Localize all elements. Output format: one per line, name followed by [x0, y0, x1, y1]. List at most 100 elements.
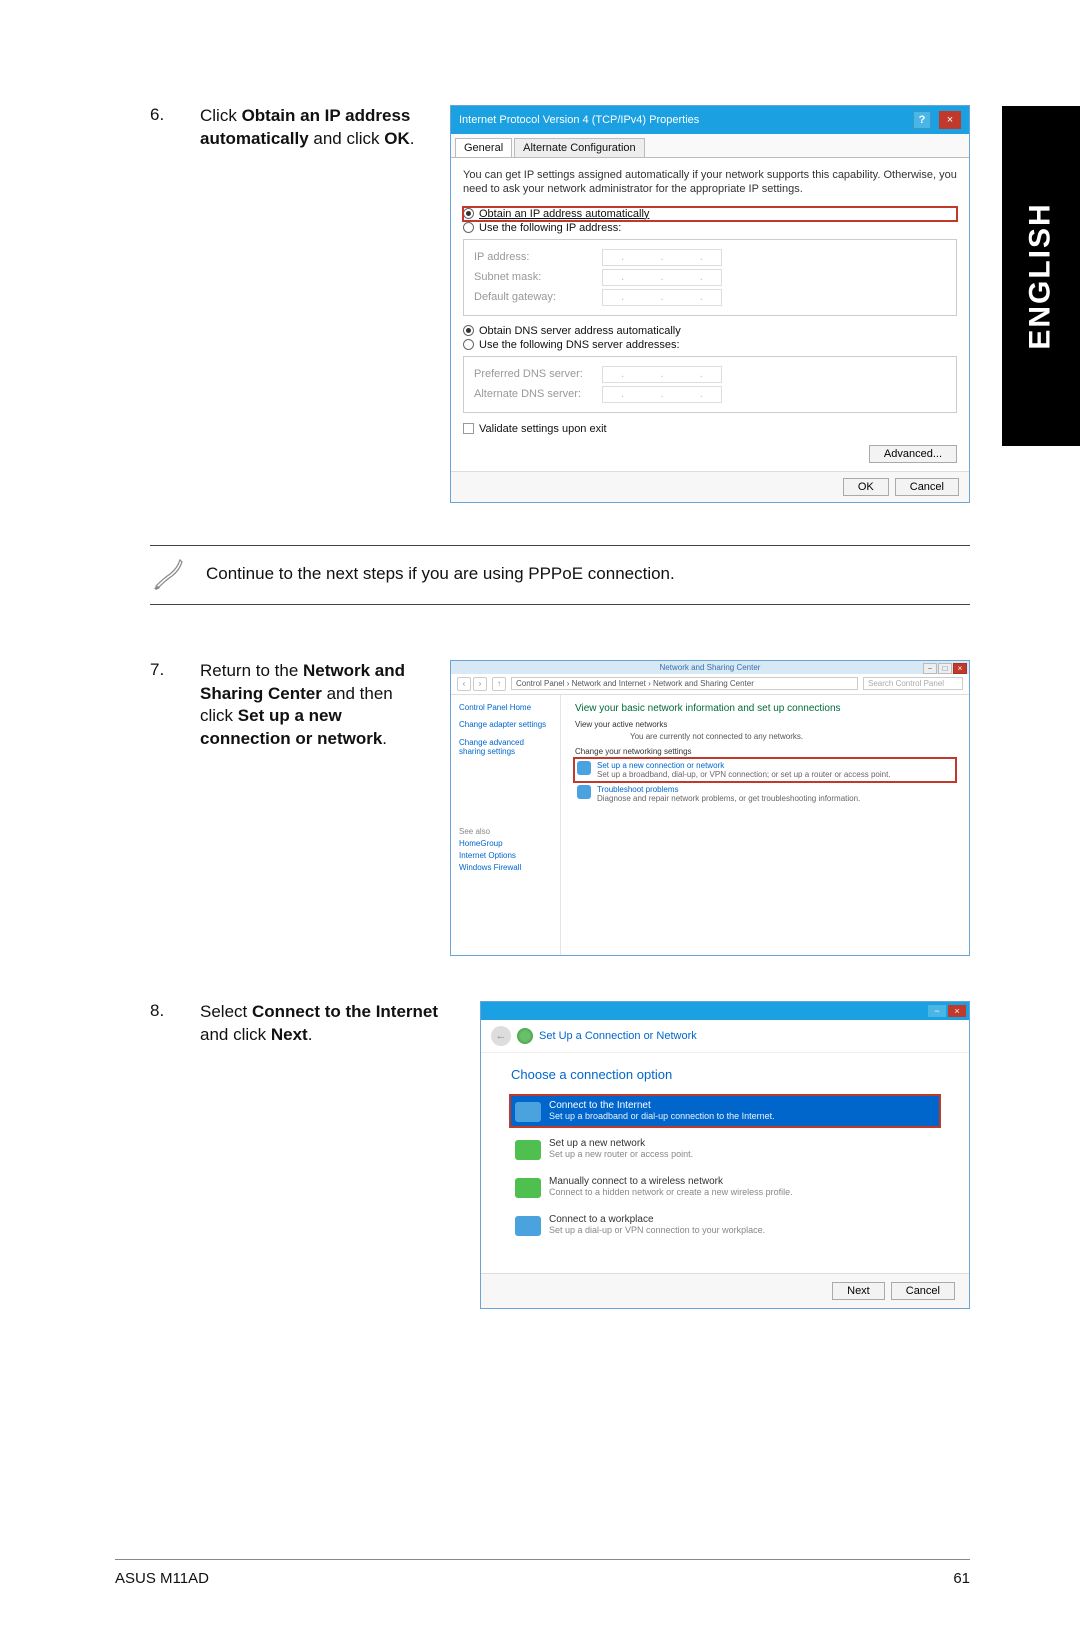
- wireless-icon: [515, 1178, 541, 1198]
- label-pdns: Preferred DNS server:: [474, 368, 594, 380]
- see-also-homegroup[interactable]: HomeGroup: [459, 839, 552, 848]
- nsc-window: Network and Sharing Center − □ × ‹› ↑ Co…: [450, 660, 970, 956]
- close-button[interactable]: ×: [953, 663, 967, 674]
- radio-icon: [463, 208, 474, 219]
- label-adns: Alternate DNS server:: [474, 388, 594, 400]
- input-ip[interactable]: ...: [602, 249, 722, 266]
- step-7: 7. Return to the Network and Sharing Cen…: [150, 660, 970, 956]
- back-button[interactable]: ‹: [457, 677, 471, 691]
- input-mask[interactable]: ...: [602, 269, 722, 286]
- globe-icon: [577, 761, 591, 775]
- note-text: Continue to the next steps if you are us…: [206, 564, 675, 584]
- nsc-option-troubleshoot[interactable]: Troubleshoot problemsDiagnose and repair…: [575, 783, 955, 805]
- tab-general[interactable]: General: [455, 138, 512, 157]
- maximize-button[interactable]: □: [938, 663, 952, 674]
- nsc-heading: View your basic network information and …: [575, 703, 955, 714]
- label-gw: Default gateway:: [474, 291, 594, 303]
- wizard-option-new-network[interactable]: Set up a new networkSet up a new router …: [511, 1134, 939, 1164]
- advanced-button[interactable]: Advanced...: [869, 445, 957, 463]
- step-8-text: Select Connect to the Internet and click…: [200, 1001, 460, 1047]
- nsc-titlebar: Network and Sharing Center − □ ×: [451, 661, 969, 674]
- note-block: Continue to the next steps if you are us…: [150, 545, 970, 605]
- footer-page-number: 61: [953, 1570, 970, 1587]
- step-6-text: Click Obtain an IP address automatically…: [200, 105, 430, 151]
- nsc-content: View your basic network information and …: [561, 695, 969, 955]
- sidebar-home[interactable]: Control Panel Home: [459, 703, 552, 713]
- label-ip: IP address:: [474, 251, 594, 263]
- wizard-window: − × ← Set Up a Connection or Network Cho…: [480, 1001, 970, 1309]
- footer-model: ASUS M11AD: [115, 1570, 209, 1587]
- checkbox-validate[interactable]: Validate settings upon exit: [463, 421, 957, 437]
- dns-fieldset: Preferred DNS server:... Alternate DNS s…: [463, 356, 957, 413]
- input-pdns[interactable]: ...: [602, 366, 722, 383]
- step-8-number: 8.: [150, 1001, 180, 1021]
- close-button[interactable]: ×: [948, 1005, 966, 1017]
- checkbox-icon: [463, 423, 474, 434]
- input-gateway[interactable]: ...: [602, 289, 722, 306]
- sidebar-adapter[interactable]: Change adapter settings: [459, 720, 552, 730]
- nsc-sidebar: Control Panel Home Change adapter settin…: [451, 695, 561, 955]
- nsc-address-bar: ‹› ↑ Control Panel › Network and Interne…: [451, 674, 969, 695]
- workplace-icon: [515, 1216, 541, 1236]
- see-also-label: See also: [459, 827, 552, 836]
- breadcrumb[interactable]: Control Panel › Network and Internet › N…: [511, 677, 858, 690]
- wizard-option-internet[interactable]: Connect to the InternetSet up a broadban…: [511, 1096, 939, 1126]
- back-button[interactable]: ←: [491, 1026, 511, 1046]
- minimize-button[interactable]: −: [923, 663, 937, 674]
- wizard-titlebar: − ×: [481, 1002, 969, 1020]
- ip-fieldset: IP address:... Subnet mask:... Default g…: [463, 239, 957, 316]
- step-7-text: Return to the Network and Sharing Center…: [200, 660, 430, 752]
- network-icon: [515, 1140, 541, 1160]
- ipv4-intro: You can get IP settings assigned automat…: [463, 168, 957, 197]
- note-icon: [150, 556, 186, 592]
- tab-alternate[interactable]: Alternate Configuration: [514, 138, 645, 157]
- radio-use-ip[interactable]: Use the following IP address:: [463, 221, 957, 235]
- close-button[interactable]: ×: [939, 111, 961, 129]
- nsc-option-setup-connection[interactable]: Set up a new connection or networkSet up…: [575, 759, 955, 781]
- figure-ipv4-properties: Internet Protocol Version 4 (TCP/IPv4) P…: [450, 105, 970, 503]
- ipv4-title: Internet Protocol Version 4 (TCP/IPv4) P…: [459, 114, 699, 126]
- figure-connection-wizard: − × ← Set Up a Connection or Network Cho…: [480, 1001, 970, 1309]
- ok-button[interactable]: OK: [843, 478, 889, 496]
- wizard-option-wireless[interactable]: Manually connect to a wireless networkCo…: [511, 1172, 939, 1202]
- forward-button[interactable]: ›: [473, 677, 487, 691]
- minimize-button[interactable]: −: [928, 1005, 946, 1017]
- wizard-header: ← Set Up a Connection or Network: [481, 1020, 969, 1053]
- radio-icon: [463, 325, 474, 336]
- up-button[interactable]: ↑: [492, 677, 506, 691]
- internet-icon: [515, 1102, 541, 1122]
- see-also-firewall[interactable]: Windows Firewall: [459, 863, 552, 872]
- page-footer: ASUS M11AD 61: [115, 1559, 970, 1587]
- wizard-question: Choose a connection option: [511, 1067, 939, 1082]
- radio-use-dns[interactable]: Use the following DNS server addresses:: [463, 338, 957, 352]
- nsc-view-active: View your active networks: [575, 720, 955, 729]
- globe-icon: [517, 1028, 533, 1044]
- nsc-not-connected: You are currently not connected to any n…: [575, 732, 955, 741]
- radio-icon: [463, 222, 474, 233]
- see-also-internet-options[interactable]: Internet Options: [459, 851, 552, 860]
- radio-icon: [463, 339, 474, 350]
- step-6-number: 6.: [150, 105, 180, 125]
- cancel-button[interactable]: Cancel: [895, 478, 959, 496]
- step-7-number: 7.: [150, 660, 180, 680]
- nsc-change-settings: Change your networking settings: [575, 747, 955, 756]
- help-button[interactable]: ?: [913, 111, 931, 129]
- cancel-button[interactable]: Cancel: [891, 1282, 955, 1300]
- next-button[interactable]: Next: [832, 1282, 885, 1300]
- wizard-title: Set Up a Connection or Network: [539, 1030, 697, 1042]
- label-mask: Subnet mask:: [474, 271, 594, 283]
- step-8: 8. Select Connect to the Internet and cl…: [150, 1001, 970, 1309]
- radio-obtain-dns[interactable]: Obtain DNS server address automatically: [463, 324, 957, 338]
- figure-network-sharing-center: Network and Sharing Center − □ × ‹› ↑ Co…: [450, 660, 970, 956]
- page: document.currentScript.previousElementSi…: [0, 0, 1080, 1369]
- step-6: 6. Click Obtain an IP address automatica…: [150, 105, 970, 503]
- wizard-option-workplace[interactable]: Connect to a workplaceSet up a dial-up o…: [511, 1210, 939, 1240]
- search-input[interactable]: Search Control Panel: [863, 677, 963, 690]
- ipv4-window: Internet Protocol Version 4 (TCP/IPv4) P…: [450, 105, 970, 503]
- sidebar-sharing[interactable]: Change advanced sharing settings: [459, 738, 552, 757]
- ipv4-titlebar: Internet Protocol Version 4 (TCP/IPv4) P…: [451, 106, 969, 134]
- input-adns[interactable]: ...: [602, 386, 722, 403]
- ipv4-tabs: General Alternate Configuration: [451, 134, 969, 158]
- radio-obtain-ip[interactable]: Obtain an IP address automatically: [463, 207, 957, 221]
- troubleshoot-icon: [577, 785, 591, 799]
